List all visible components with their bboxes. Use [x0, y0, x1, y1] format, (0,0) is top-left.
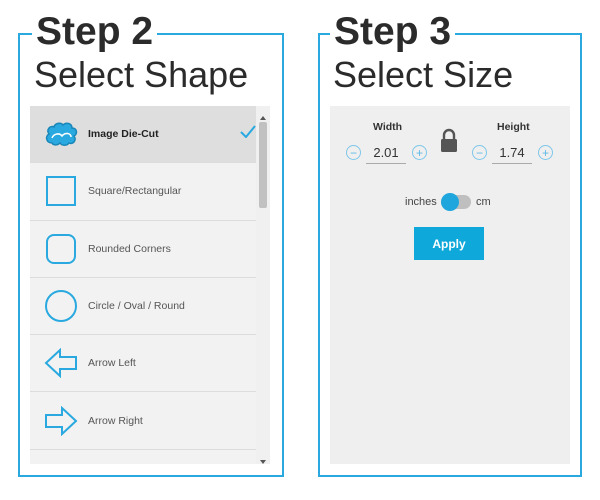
width-increase-button[interactable]: + — [412, 145, 427, 160]
shape-list-scrollbar[interactable] — [256, 106, 270, 464]
height-input[interactable] — [492, 142, 532, 164]
shape-label: Arrow Left — [88, 357, 136, 370]
shape-option-image-die-cut[interactable]: Image Die-Cut — [30, 106, 270, 164]
unit-toggle[interactable] — [441, 193, 471, 211]
width-label: Width — [373, 121, 403, 133]
arrow-right-shape-icon — [44, 404, 78, 438]
toggle-knob — [441, 193, 459, 211]
shape-label: Arrow Right — [88, 414, 143, 427]
unit-cm-label: cm — [476, 196, 491, 208]
shape-label: Image Die-Cut — [88, 128, 159, 141]
scroll-up-icon[interactable] — [256, 109, 270, 120]
step-3-heading: Step 3 — [330, 11, 456, 53]
height-increase-button[interactable]: + — [538, 145, 553, 160]
cloud-shape-icon — [44, 117, 78, 151]
select-size-title: Select Size — [333, 54, 514, 95]
circle-shape-icon — [44, 289, 78, 323]
step-2-heading: Step 2 — [32, 11, 158, 53]
checkmark-icon — [240, 125, 256, 143]
height-label: Height — [497, 121, 530, 133]
shape-option-arrow-right[interactable]: Arrow Right — [30, 392, 270, 450]
lock-icon[interactable] — [440, 127, 458, 153]
shape-label: Circle / Oval / Round — [88, 300, 185, 313]
shape-list: Image Die-Cut Square/Rectangular Rounded… — [30, 106, 270, 464]
scroll-down-icon[interactable] — [256, 453, 270, 464]
width-decrease-button[interactable]: − — [346, 145, 361, 160]
unit-inches-label: inches — [405, 196, 437, 208]
shape-option-arrow-left[interactable]: Arrow Left — [30, 335, 270, 393]
shape-option-square[interactable]: Square/Rectangular — [30, 163, 270, 221]
width-input[interactable] — [366, 142, 406, 164]
select-shape-title: Select Shape — [34, 54, 249, 95]
shape-option-circle[interactable]: Circle / Oval / Round — [30, 278, 270, 336]
arrow-left-shape-icon — [44, 346, 78, 380]
height-decrease-button[interactable]: − — [472, 145, 487, 160]
rounded-square-shape-icon — [44, 232, 78, 266]
shape-label: Rounded Corners — [88, 242, 171, 255]
shape-option-rounded-corners[interactable]: Rounded Corners — [30, 221, 270, 278]
apply-button[interactable]: Apply — [414, 227, 484, 260]
scrollbar-thumb[interactable] — [259, 122, 267, 208]
shape-label: Square/Rectangular — [88, 185, 182, 198]
square-shape-icon — [44, 174, 78, 208]
